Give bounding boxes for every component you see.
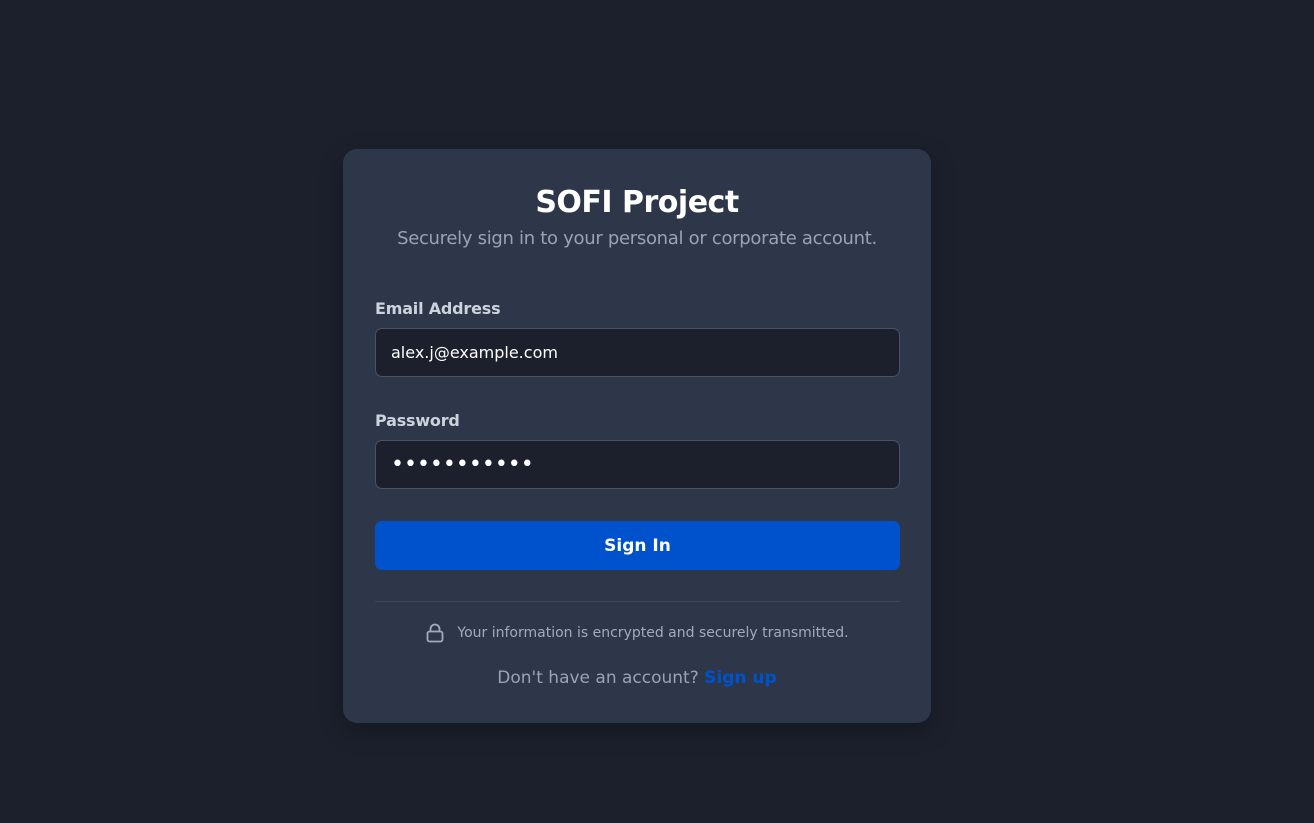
login-card: SOFI Project Securely sign in to your pe… xyxy=(343,149,931,723)
password-field[interactable]: ••••••••••• xyxy=(375,440,900,489)
password-label: Password xyxy=(375,411,460,430)
signup-link[interactable]: Sign up xyxy=(704,668,777,688)
page-title: SOFI Project xyxy=(535,185,739,220)
email-label: Email Address xyxy=(375,299,501,318)
email-value: alex.j@example.com xyxy=(391,343,558,362)
security-note: Your information is encrypted and secure… xyxy=(343,623,931,643)
email-field[interactable]: alex.j@example.com xyxy=(375,328,900,377)
page-subtitle: Securely sign in to your personal or cor… xyxy=(397,228,877,249)
password-value: ••••••••••• xyxy=(391,452,534,477)
security-note-text: Your information is encrypted and secure… xyxy=(457,625,849,641)
divider xyxy=(375,601,900,602)
signup-row: Don't have an account? Sign up xyxy=(343,667,931,689)
sign-in-button[interactable]: Sign In xyxy=(375,521,900,570)
lock-icon xyxy=(425,623,445,643)
signup-prompt: Don't have an account? xyxy=(497,668,705,688)
